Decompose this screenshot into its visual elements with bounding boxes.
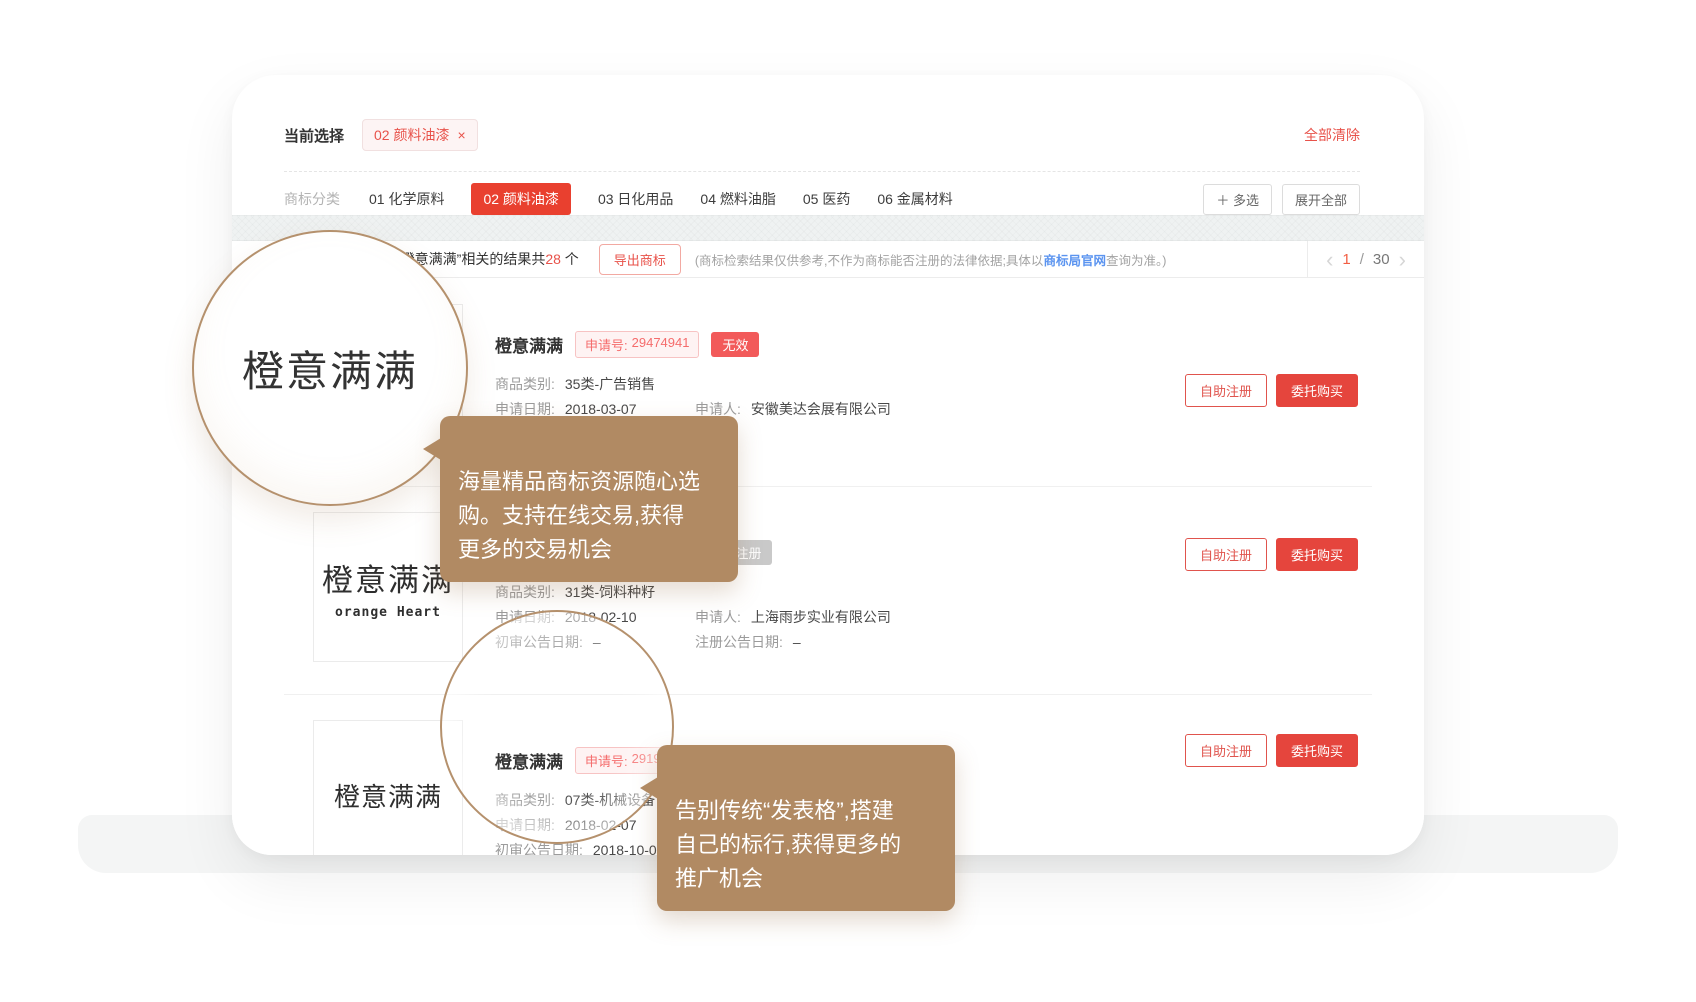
row-actions: 自助注册 委托购买 (1185, 374, 1358, 407)
total-pages: 30 (1373, 251, 1390, 268)
tooltip-arrow-icon (423, 438, 441, 460)
status-badge: 无效 (711, 332, 759, 357)
selected-filter-tag[interactable]: 02 颜料油漆 × (362, 119, 478, 151)
page-separator: / (1360, 251, 1364, 268)
current-page: 1 (1342, 251, 1350, 268)
disclaimer-post: 查询为准。) (1106, 254, 1166, 268)
pagination: ‹ 1 / 30 › (1307, 241, 1424, 278)
self-register-button[interactable]: 自助注册 (1185, 734, 1267, 767)
category-item-05[interactable]: 05 医药 (803, 189, 850, 209)
category-item-01[interactable]: 01 化学原料 (369, 189, 444, 209)
field-label: 商品类别: (495, 374, 555, 394)
expand-all-button[interactable]: 展开全部 (1282, 184, 1360, 215)
field-value: 35类-广告销售 (565, 374, 655, 394)
callout-tooltip-marketplace: 海量精品商标资源随心选 购。支持在线交易,获得 更多的交易机会 (440, 416, 738, 582)
multi-select-button[interactable]: ＋ 多选 (1203, 184, 1272, 215)
category-bar: 商标分类 01 化学原料 02 颜料油漆 03 日化用品 04 燃料油脂 05 … (284, 183, 1360, 215)
page: 当前选择 02 颜料油漆 × 全部清除 商标分类 01 化学原料 02 颜料油漆… (0, 0, 1696, 1002)
category-bar-label: 商标分类 (284, 189, 340, 209)
disclaimer-text: (商标检索结果仅供参考,不作为商标能否注册的法律依据;具体以商标局官网查询为准。… (695, 250, 1167, 269)
callout-tooltip-promotion: 告别传统“发表格”,搭建 自己的标行,获得更多的 推广机会 (657, 745, 955, 911)
tooltip-text: 海量精品商标资源随心选 购。支持在线交易,获得 更多的交易机会 (458, 469, 700, 562)
tooltip-text: 告别传统“发表格”,搭建 自己的标行,获得更多的 推广机会 (675, 798, 901, 891)
results-count: 28 (545, 251, 561, 267)
magnified-trademark-text: 橙意满满 (242, 338, 418, 399)
entrust-buy-button[interactable]: 委托购买 (1276, 538, 1358, 571)
field-value: 31类-饲料种籽 (565, 582, 655, 602)
current-selection-bar: 当前选择 02 颜料油漆 × 全部清除 (284, 119, 1360, 151)
application-number-label: 申请号: (585, 335, 628, 354)
magnifier-circle: 橙意满满 (192, 230, 468, 506)
field-value: 安徽美达会展有限公司 (751, 399, 891, 419)
row-actions: 自助注册 委托购买 (1185, 538, 1358, 571)
application-number-value: 29474941 (632, 335, 690, 354)
category-item-02-selected[interactable]: 02 颜料油漆 (471, 183, 570, 215)
current-selection-label: 当前选择 (284, 125, 344, 146)
self-register-button[interactable]: 自助注册 (1185, 374, 1267, 407)
prev-page-icon[interactable]: ‹ (1326, 249, 1333, 271)
category-item-06[interactable]: 06 金属材料 (877, 189, 952, 209)
magnifier-circle (440, 610, 674, 844)
category-item-04[interactable]: 04 燃料油脂 (700, 189, 775, 209)
field-value: 2018-03-07 (565, 401, 637, 417)
field-value: – (793, 634, 801, 650)
next-page-icon[interactable]: › (1399, 249, 1406, 271)
entrust-buy-button[interactable]: 委托购买 (1276, 374, 1358, 407)
trademark-name[interactable]: 橙意满满 (495, 332, 563, 357)
clear-all-link[interactable]: 全部清除 (1304, 125, 1360, 145)
disclaimer-pre: (商标检索结果仅供参考,不作为商标能否注册的法律依据;具体以 (695, 254, 1044, 268)
self-register-button[interactable]: 自助注册 (1185, 538, 1267, 571)
results-unit: 个 (561, 251, 579, 267)
field-value: 2018-10-06 (593, 842, 665, 856)
row-actions: 自助注册 委托购买 (1185, 734, 1358, 767)
divider (284, 171, 1360, 172)
field-label: 注册公告日期: (695, 632, 783, 652)
category-item-03[interactable]: 03 日化用品 (598, 189, 673, 209)
selected-filter-tag-label: 02 颜料油漆 (374, 125, 449, 145)
table-row: 橙意满满 orange Heart 橙意满满 申请号:29482153 已注册 … (232, 486, 1424, 694)
trademark-image-text: 橙意满满 (322, 555, 454, 600)
application-number-tag: 申请号:29474941 (575, 331, 699, 358)
trademark-image-text: 橙意满满 (334, 777, 442, 814)
remove-tag-icon[interactable]: × (457, 127, 465, 143)
export-trademarks-button[interactable]: 导出商标 (599, 244, 681, 275)
field-value: 上海雨步实业有限公司 (751, 607, 891, 627)
field-label: 商品类别: (495, 582, 555, 602)
tooltip-arrow-icon (640, 777, 658, 799)
trademark-image-subtext: orange Heart (335, 605, 441, 620)
section-gap (232, 215, 1424, 241)
trademark-office-link[interactable]: 商标局官网 (1043, 254, 1106, 268)
field-label: 申请人: (695, 607, 741, 627)
entrust-buy-button[interactable]: 委托购买 (1276, 734, 1358, 767)
